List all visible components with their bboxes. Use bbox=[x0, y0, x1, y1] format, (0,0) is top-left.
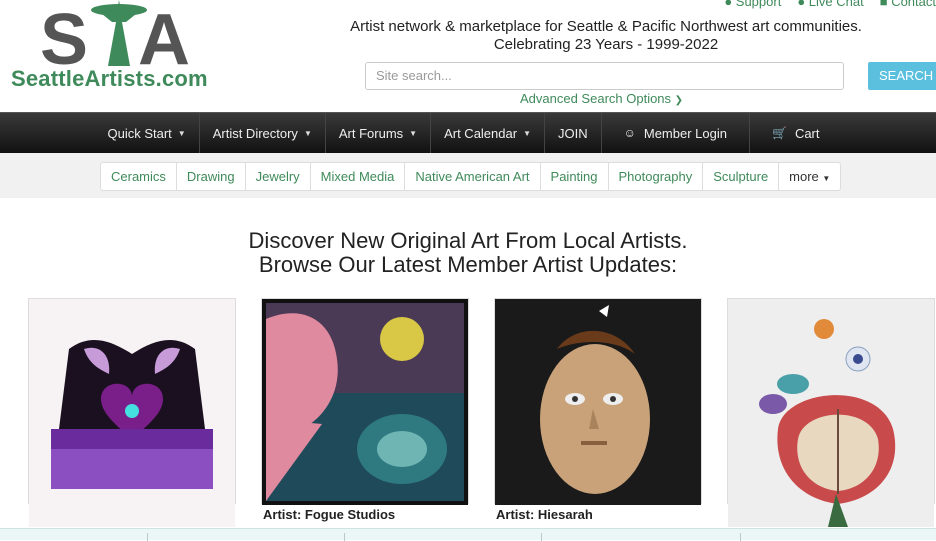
artwork-image[interactable] bbox=[727, 298, 935, 527]
caret-down-icon: ▼ bbox=[822, 174, 831, 183]
space-needle-logo-icon: S A bbox=[40, 0, 190, 70]
card-artist-name[interactable]: Artist: Fogue Studios bbox=[263, 507, 395, 522]
nav-quick-start[interactable]: Quick Start ▼ bbox=[94, 113, 198, 153]
artwork-image[interactable] bbox=[28, 298, 236, 527]
category-painting[interactable]: Painting bbox=[539, 163, 608, 190]
nav-join[interactable]: JOIN bbox=[543, 113, 601, 153]
category-photography[interactable]: Photography bbox=[607, 163, 703, 190]
artwork-thumbnail bbox=[728, 299, 934, 527]
category-tabs: Ceramics Drawing Jewelry Mixed Media Nat… bbox=[100, 162, 842, 191]
advanced-search-link[interactable]: Advanced Search Options ❯ bbox=[520, 91, 683, 106]
search-button[interactable]: SEARCH bbox=[868, 62, 936, 90]
artwork-thumbnail bbox=[495, 299, 701, 505]
category-more-dropdown[interactable]: more ▼ bbox=[778, 163, 840, 190]
svg-text:S: S bbox=[40, 0, 88, 70]
nav-artist-directory[interactable]: Artist Directory ▼ bbox=[198, 113, 325, 153]
nav-cart[interactable]: 🛒 Cart bbox=[748, 113, 842, 153]
category-sculpture[interactable]: Sculpture bbox=[702, 163, 778, 190]
category-mixed-media[interactable]: Mixed Media bbox=[309, 163, 405, 190]
chevron-down-icon: ❯ bbox=[674, 95, 684, 106]
contact-link[interactable]: ■ Contact bbox=[880, 0, 936, 9]
logo-wordmark: SeattleArtists.com bbox=[11, 66, 208, 91]
artwork-card[interactable]: Artist: Fogue Studios bbox=[261, 298, 469, 528]
category-native-american-art[interactable]: Native American Art bbox=[404, 163, 539, 190]
nav-art-forums[interactable]: Art Forums ▼ bbox=[324, 113, 430, 153]
category-bar: Ceramics Drawing Jewelry Mixed Media Nat… bbox=[0, 153, 936, 198]
artwork-card[interactable]: Artist: Hiesarah bbox=[494, 298, 702, 528]
category-ceramics[interactable]: Ceramics bbox=[101, 163, 176, 190]
caret-down-icon: ▼ bbox=[177, 128, 186, 138]
category-jewelry[interactable]: Jewelry bbox=[244, 163, 310, 190]
main-nav: Quick Start ▼ Artist Directory ▼ Art Forum… bbox=[0, 112, 936, 153]
support-link[interactable]: ● Support bbox=[724, 0, 781, 9]
site-tagline: Artist network & marketplace for Seattle… bbox=[350, 18, 862, 53]
nav-member-login[interactable]: ☺ Member Login bbox=[600, 113, 749, 153]
site-header: S A SeattleArtists.com ● Support ● Live … bbox=[0, 0, 936, 112]
caret-down-icon: ▼ bbox=[523, 128, 531, 138]
artwork-image[interactable] bbox=[261, 298, 469, 505]
caret-down-icon: ▼ bbox=[303, 128, 312, 138]
footer-toolbar-strip bbox=[0, 528, 936, 541]
site-logo[interactable]: S A SeattleArtists.com bbox=[8, 0, 218, 100]
artwork-thumbnail bbox=[29, 299, 235, 527]
live-chat-link[interactable]: ● Live Chat bbox=[797, 0, 863, 9]
user-icon: ☺ bbox=[623, 126, 636, 140]
category-drawing[interactable]: Drawing bbox=[175, 163, 245, 190]
artwork-card[interactable] bbox=[727, 298, 935, 528]
caret-down-icon: ▼ bbox=[409, 128, 418, 138]
page-headline: Discover New Original Art From Local Art… bbox=[248, 228, 688, 277]
artwork-image[interactable] bbox=[494, 298, 702, 505]
card-artist-name[interactable]: Artist: Hiesarah bbox=[496, 507, 593, 522]
artwork-thumbnail bbox=[262, 299, 468, 505]
top-utility-links: ● Support ● Live Chat ■ Contact bbox=[724, 0, 936, 9]
cart-icon: 🛒 bbox=[771, 126, 787, 140]
artwork-card[interactable] bbox=[28, 298, 236, 528]
nav-art-calendar[interactable]: Art Calendar ▼ bbox=[430, 113, 544, 153]
site-search-input[interactable]: Site search... bbox=[365, 62, 844, 90]
